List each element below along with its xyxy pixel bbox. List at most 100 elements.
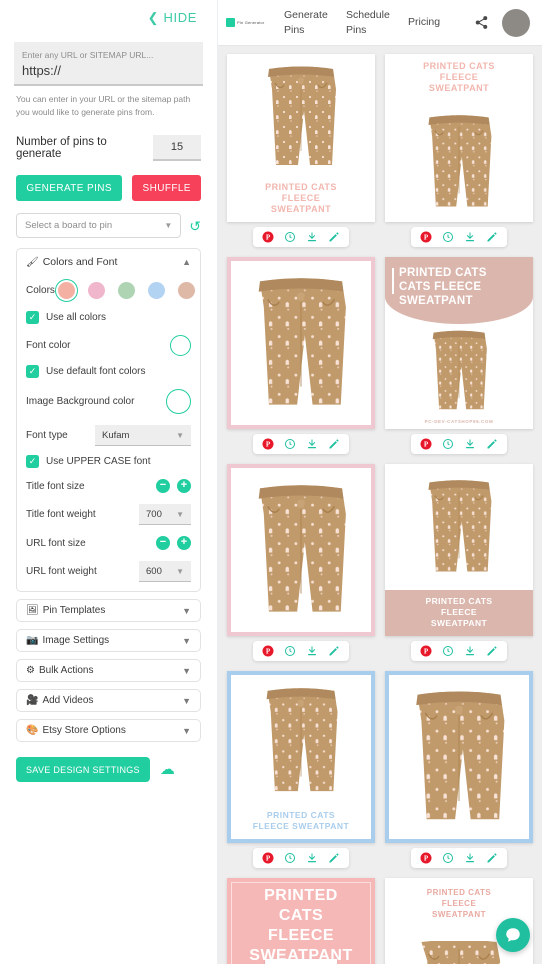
colors-and-font-header[interactable]: 🖌 Colors and Font ▲: [26, 256, 191, 268]
minus-circle-icon[interactable]: −: [156, 479, 170, 493]
logo-text: Pin Generator: [237, 20, 265, 25]
pinterest-icon[interactable]: P: [262, 645, 274, 657]
nav-schedule-pins[interactable]: Schedule Pins: [346, 8, 408, 38]
clock-icon[interactable]: [284, 852, 296, 864]
accordion-etsy-store-options[interactable]: 🎨 Etsy Store Options ▼: [16, 719, 201, 742]
pin-preview[interactable]: PRINTED CATS FLEECE SWEATPANT: [385, 464, 533, 636]
image-background-color-picker[interactable]: [166, 389, 191, 414]
color-swatch-1[interactable]: [85, 279, 108, 302]
use-all-colors-checkbox-row[interactable]: ✓ Use all colors: [26, 311, 191, 324]
generate-pins-button[interactable]: GENERATE PINS: [16, 175, 123, 201]
checkbox-checked-icon[interactable]: ✓: [26, 311, 39, 324]
pin-card: PRINTED CATS FLEECE SWEATPANT: [385, 54, 533, 247]
pin-actions-bar: P: [411, 848, 507, 868]
accordion-bulk-actions[interactable]: ⚙ Bulk Actions ▼: [16, 659, 201, 682]
download-icon[interactable]: [464, 438, 476, 450]
pin-preview[interactable]: [385, 671, 533, 843]
pinterest-icon[interactable]: P: [262, 852, 274, 864]
pin-preview[interactable]: PRINTED CATS FLEECE SWEATPANT: [385, 54, 533, 222]
color-swatch-3[interactable]: [145, 279, 168, 302]
color-swatch-0[interactable]: [54, 279, 78, 302]
chat-widget-button[interactable]: [496, 918, 530, 952]
save-design-settings-button[interactable]: SAVE DESIGN SETTINGS: [16, 757, 150, 782]
edit-pencil-icon[interactable]: [486, 852, 498, 864]
accordion-pin-templates[interactable]: 🖼 Pin Templates ▼: [16, 599, 201, 622]
pin-preview[interactable]: [227, 257, 375, 429]
top-navigation-bar: Pin Generator Generate Pins Schedule Pin…: [218, 0, 542, 46]
plus-circle-icon[interactable]: +: [177, 479, 191, 493]
clock-icon[interactable]: [284, 231, 296, 243]
pin-preview[interactable]: PRINTED CATS FLEECE SWEATPANT: [227, 54, 375, 222]
font-color-picker[interactable]: [170, 335, 191, 356]
pin-preview[interactable]: PRINTED CATS FLEECE SWEATPANT CHECK IT O…: [227, 878, 375, 964]
pin-card: PRINTED CATS FLEECE SWEATPANT P: [227, 671, 375, 868]
pinterest-icon[interactable]: P: [262, 231, 274, 243]
shuffle-button[interactable]: SHUFFLE: [132, 175, 201, 201]
edit-pencil-icon[interactable]: [328, 645, 340, 657]
upper-case-font-row[interactable]: ✓ Use UPPER CASE font: [26, 455, 191, 468]
sweatpants-image: [421, 940, 501, 964]
nav-pricing[interactable]: Pricing: [408, 15, 464, 30]
avatar[interactable]: [502, 8, 530, 37]
plus-circle-icon[interactable]: +: [177, 536, 191, 550]
pin-preview[interactable]: PRINTED CATS FLEECE SWEATPANT: [227, 671, 375, 843]
cloud-download-icon[interactable]: ☁: [160, 762, 175, 777]
minus-circle-icon[interactable]: −: [156, 536, 170, 550]
download-icon[interactable]: [306, 645, 318, 657]
board-select-dropdown[interactable]: Select a board to pin ▼: [16, 213, 182, 238]
nav-generate-pins[interactable]: Generate Pins: [284, 8, 346, 38]
checkbox-checked-icon[interactable]: ✓: [26, 455, 39, 468]
color-swatch-4[interactable]: [175, 279, 198, 302]
hide-panel-button[interactable]: ❮ HIDE: [8, 0, 209, 34]
palette-icon: 🖌: [26, 256, 39, 268]
pinterest-icon[interactable]: P: [420, 438, 432, 450]
clock-icon[interactable]: [442, 852, 454, 864]
download-icon[interactable]: [464, 852, 476, 864]
edit-pencil-icon[interactable]: [486, 231, 498, 243]
pinterest-icon[interactable]: P: [262, 438, 274, 450]
pins-count-input[interactable]: [153, 135, 201, 161]
checkbox-checked-icon[interactable]: ✓: [26, 365, 39, 378]
clock-icon[interactable]: [284, 645, 296, 657]
download-icon[interactable]: [464, 645, 476, 657]
url-font-weight-select[interactable]: 600 ▼: [139, 561, 191, 582]
clock-icon[interactable]: [442, 645, 454, 657]
pinterest-icon[interactable]: P: [420, 852, 432, 864]
accordion-add-videos[interactable]: 🎥 Add Videos ▼: [16, 689, 201, 712]
download-icon[interactable]: [306, 852, 318, 864]
edit-pencil-icon[interactable]: [328, 852, 340, 864]
pin-preview[interactable]: PRINTED CATS CATS FLEECE SWEATPANT PC-DE…: [385, 257, 533, 429]
color-swatch-2[interactable]: [115, 279, 138, 302]
edit-pencil-icon[interactable]: [328, 231, 340, 243]
refresh-icon[interactable]: ↺: [189, 219, 201, 233]
url-input-value[interactable]: https://: [22, 63, 195, 78]
title-font-weight-select[interactable]: 700 ▼: [139, 504, 191, 525]
pin-card: PRINTED CATS FLEECE SWEATPANT CHECK IT O…: [227, 878, 375, 964]
chevron-up-icon[interactable]: ▲: [182, 257, 191, 267]
accordion-image-settings[interactable]: 📷 Image Settings ▼: [16, 629, 201, 652]
nav-label-line1: Schedule: [346, 8, 390, 21]
title-font-size-row: Title font size − +: [26, 479, 191, 493]
font-type-select[interactable]: Kufam ▼: [95, 425, 191, 446]
edit-pencil-icon[interactable]: [328, 438, 340, 450]
share-icon[interactable]: [470, 15, 492, 30]
clock-icon[interactable]: [442, 438, 454, 450]
url-input-wrapper[interactable]: Enter any URL or SITEMAP URL... https://: [14, 42, 203, 86]
pinterest-icon[interactable]: P: [420, 231, 432, 243]
pin-title-line1: PRINTED CATS: [426, 888, 492, 897]
pin-title-banner: PRINTED CATS FLEECE SWEATPANT CHECK IT O…: [227, 878, 375, 964]
clock-icon[interactable]: [284, 438, 296, 450]
download-icon[interactable]: [306, 231, 318, 243]
download-icon[interactable]: [464, 231, 476, 243]
clock-icon[interactable]: [442, 231, 454, 243]
pin-title-line3: SWEATPANT: [399, 295, 473, 307]
edit-pencil-icon[interactable]: [486, 438, 498, 450]
check-it-out-button[interactable]: CHECK IT OUT ->: [265, 959, 337, 964]
download-icon[interactable]: [306, 438, 318, 450]
pin-card: PRINTED CATS CATS FLEECE SWEATPANT PC-DE…: [385, 257, 533, 454]
pin-preview[interactable]: [227, 464, 375, 636]
app-logo[interactable]: Pin Generator: [226, 18, 284, 27]
use-default-font-colors-row[interactable]: ✓ Use default font colors: [26, 365, 191, 378]
pinterest-icon[interactable]: P: [420, 645, 432, 657]
edit-pencil-icon[interactable]: [486, 645, 498, 657]
